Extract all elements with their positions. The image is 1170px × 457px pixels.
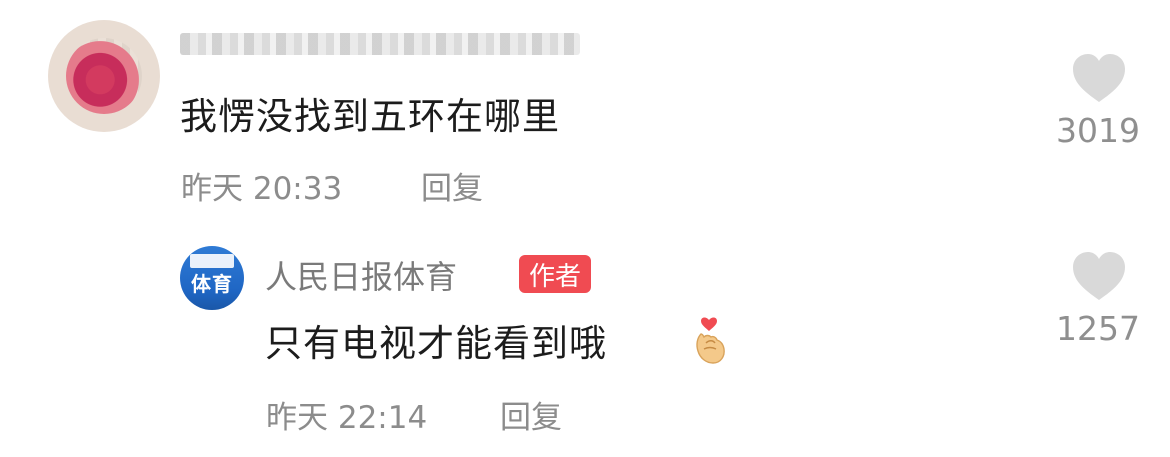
blurred-username[interactable]: [180, 33, 580, 55]
like-count: 3019: [1056, 111, 1140, 150]
comment-timestamp: 昨天 20:33: [181, 171, 343, 207]
heart-icon: [1073, 54, 1125, 102]
avatar-image: [66, 38, 142, 114]
finger-heart-emoji: [696, 317, 725, 364]
heart-icon: [1073, 252, 1125, 300]
like-button[interactable]: [1071, 52, 1127, 108]
like-button[interactable]: [1071, 250, 1127, 306]
user-avatar[interactable]: [48, 20, 160, 132]
reply-timestamp: 昨天 22:14: [266, 400, 428, 436]
author-badge: 作者: [519, 255, 592, 293]
avatar-label: 体育: [191, 272, 233, 296]
reply-text: 只有电视才能看到哦: [265, 322, 607, 365]
like-count: 1257: [1056, 309, 1140, 348]
comment-text: 我愣没找到五环在哪里: [180, 95, 560, 138]
avatar-logo-strip: [190, 254, 234, 268]
reply-button[interactable]: 回复: [500, 392, 562, 437]
author-avatar[interactable]: 体育: [180, 246, 244, 310]
reply-button[interactable]: 回复: [421, 163, 483, 208]
author-name[interactable]: 人民日报体育: [265, 252, 457, 298]
